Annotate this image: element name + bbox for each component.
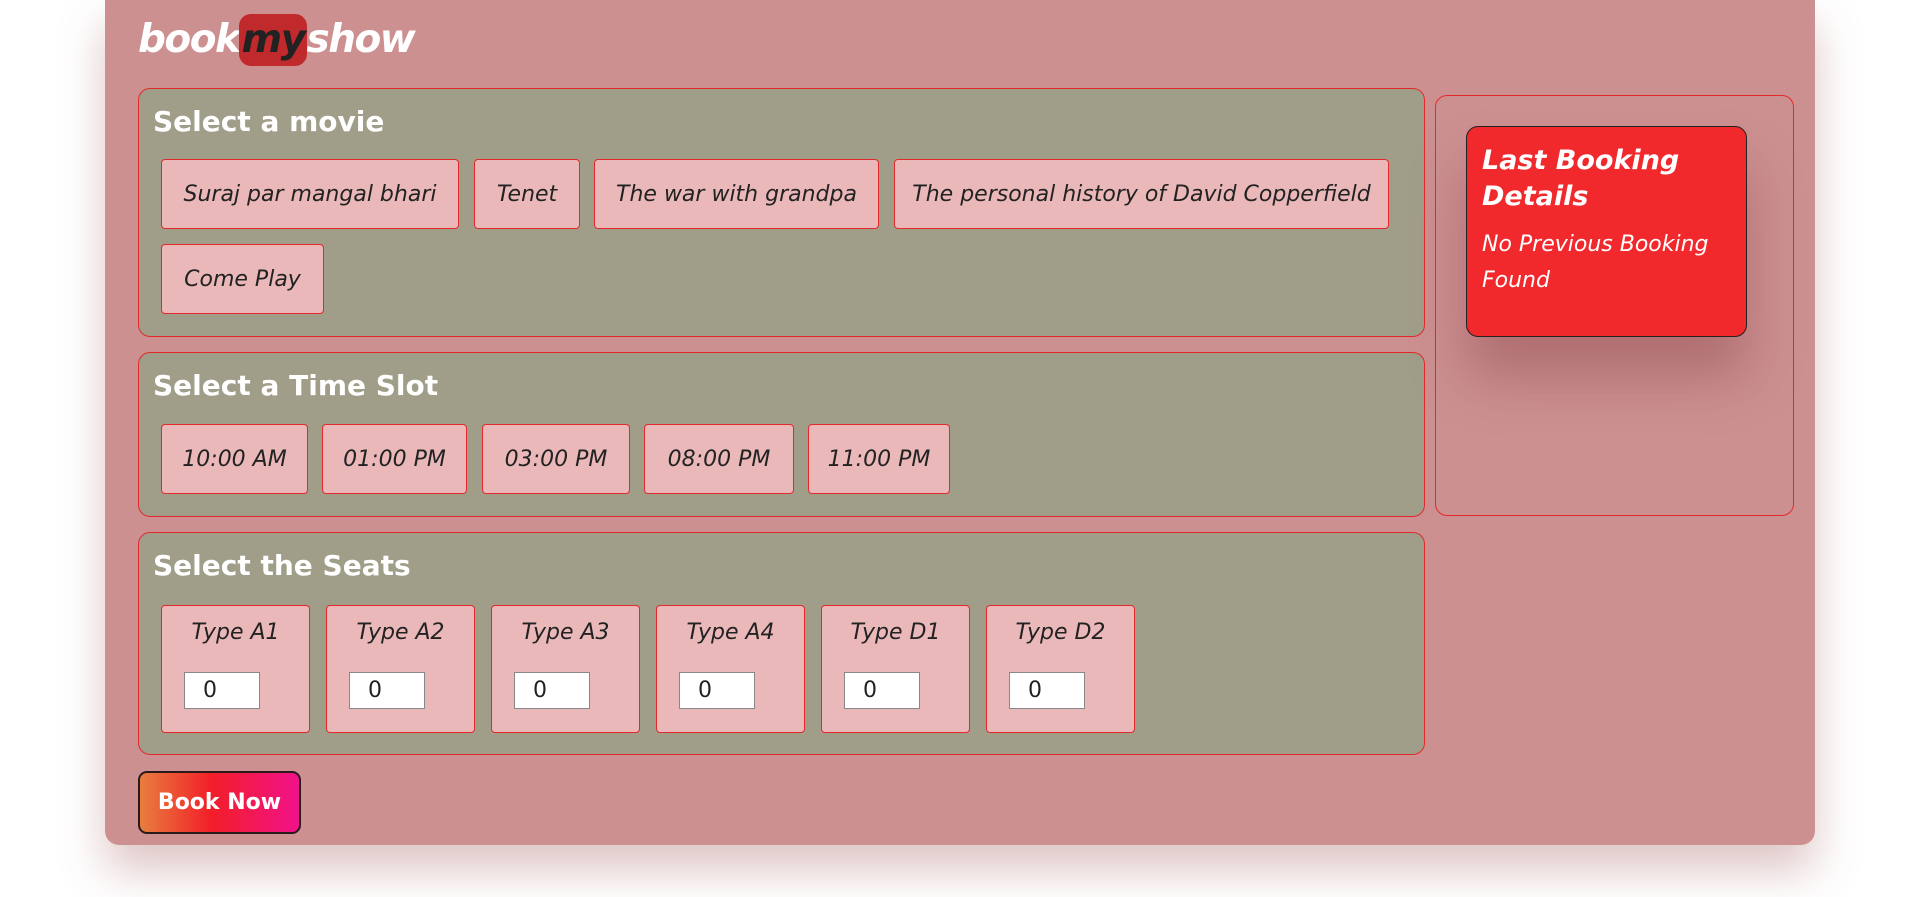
seat-panel-title: Select the Seats <box>153 549 411 582</box>
time-slot-0800pm[interactable]: 08:00 PM <box>644 424 794 494</box>
movie-option-come-play[interactable]: Come Play <box>161 244 324 314</box>
seat-quantity-input-d1[interactable] <box>844 672 920 709</box>
app-container: bookmyshow Select a movie Suraj par mang… <box>105 0 1815 845</box>
bookmyshow-logo: bookmyshow <box>138 14 416 66</box>
logo-book-text: book <box>138 17 241 62</box>
last-booking-title: Last Booking Details <box>1482 145 1680 212</box>
time-slot-1100pm[interactable]: 11:00 PM <box>808 424 950 494</box>
time-slot-0100pm[interactable]: 01:00 PM <box>322 424 467 494</box>
seat-type-label: Type A2 <box>356 620 445 645</box>
seat-type-label: Type A1 <box>191 620 280 645</box>
seat-type-label: Type A3 <box>521 620 610 645</box>
seat-type-a1: Type A1 <box>161 605 310 733</box>
logo-my-text: my <box>239 14 307 66</box>
book-now-button[interactable]: Book Now <box>138 771 301 834</box>
movie-option-tenet[interactable]: Tenet <box>474 159 580 229</box>
time-slot-0300pm[interactable]: 03:00 PM <box>482 424 630 494</box>
last-booking-panel: Last Booking Details No Previous Booking… <box>1435 95 1794 516</box>
movie-option-david-copperfield[interactable]: The personal history of David Copperfiel… <box>894 159 1389 229</box>
time-slot-panel: Select a Time Slot 10:00 AM 01:00 PM 03:… <box>138 352 1425 517</box>
seat-quantity-input-a1[interactable] <box>184 672 260 709</box>
logo-show-text: show <box>306 17 416 62</box>
time-slot-panel-title: Select a Time Slot <box>153 369 439 402</box>
seat-type-a4: Type A4 <box>656 605 805 733</box>
movie-panel-title: Select a movie <box>153 105 385 138</box>
movie-select-panel: Select a movie Suraj par mangal bhari Te… <box>138 88 1425 337</box>
time-slot-1000am[interactable]: 10:00 AM <box>161 424 308 494</box>
seat-type-a2: Type A2 <box>326 605 475 733</box>
last-booking-message: No Previous Booking Found <box>1482 232 1709 293</box>
seat-type-label: Type D1 <box>850 620 941 645</box>
seat-quantity-input-a3[interactable] <box>514 672 590 709</box>
last-booking-card: Last Booking Details No Previous Booking… <box>1466 126 1747 337</box>
seat-select-panel: Select the Seats Type A1 Type A2 Type A3… <box>138 532 1425 755</box>
seat-type-label: Type A4 <box>686 620 775 645</box>
seat-type-label: Type D2 <box>1015 620 1106 645</box>
seat-type-d2: Type D2 <box>986 605 1135 733</box>
seat-type-a3: Type A3 <box>491 605 640 733</box>
movie-option-the-war-with-grandpa[interactable]: The war with grandpa <box>594 159 879 229</box>
seat-quantity-input-d2[interactable] <box>1009 672 1085 709</box>
seat-quantity-input-a2[interactable] <box>349 672 425 709</box>
movie-option-suraj-par-mangal-bhari[interactable]: Suraj par mangal bhari <box>161 159 459 229</box>
seat-type-d1: Type D1 <box>821 605 970 733</box>
seat-quantity-input-a4[interactable] <box>679 672 755 709</box>
